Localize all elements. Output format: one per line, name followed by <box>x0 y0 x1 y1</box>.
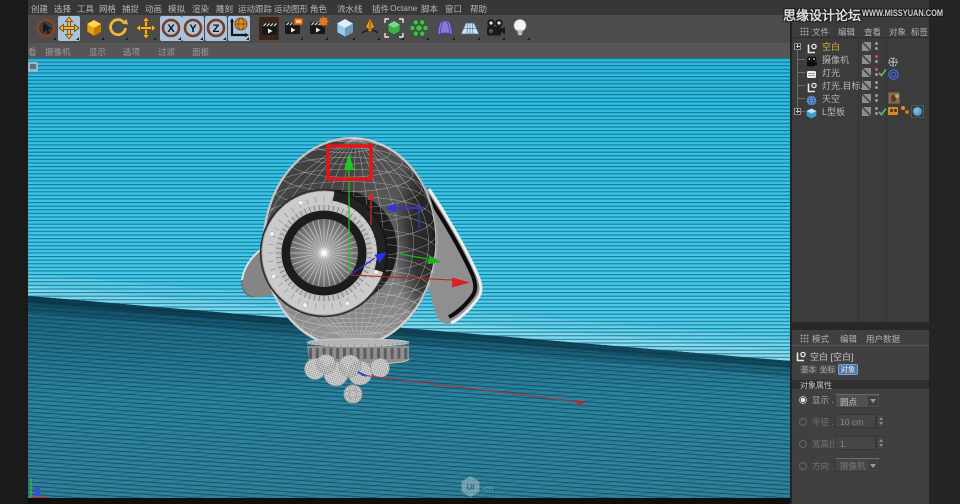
svg-text:UI: UI <box>467 483 475 492</box>
svg-text:-cn: -cn <box>482 484 493 493</box>
